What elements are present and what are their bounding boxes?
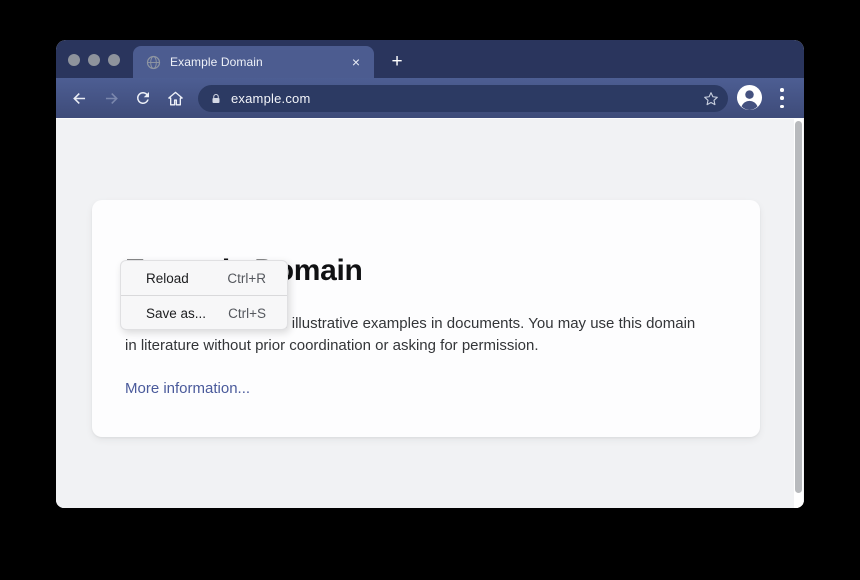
context-menu: Reload Ctrl+R Save as... Ctrl+S xyxy=(120,260,288,330)
scrollbar-thumb[interactable] xyxy=(795,121,802,493)
tab-strip: Example Domain × + xyxy=(56,40,804,78)
home-icon xyxy=(166,89,185,108)
kebab-dot xyxy=(780,96,784,100)
menu-item-label: Reload xyxy=(146,271,189,286)
window-zoom-button[interactable] xyxy=(108,54,120,66)
profile-avatar-icon[interactable] xyxy=(736,84,763,111)
context-menu-item-save-as[interactable]: Save as... Ctrl+S xyxy=(121,296,287,330)
page-viewport: Example Domain This domain is for use in… xyxy=(56,118,804,508)
tab-close-icon[interactable]: × xyxy=(348,53,364,71)
tab-title: Example Domain xyxy=(170,55,348,69)
screenshot-stage: Example Domain × + xyxy=(0,0,860,580)
kebab-dot xyxy=(780,105,784,109)
forward-button[interactable] xyxy=(100,87,122,109)
menu-item-shortcut: Ctrl+R xyxy=(227,271,266,286)
page-scrollbar[interactable] xyxy=(794,119,803,508)
globe-icon xyxy=(146,55,161,70)
new-tab-button[interactable]: + xyxy=(386,52,408,74)
menu-item-label: Save as... xyxy=(146,306,206,321)
window-close-button[interactable] xyxy=(68,54,80,66)
back-button[interactable] xyxy=(68,87,90,109)
star-outline-icon[interactable] xyxy=(702,90,720,108)
lock-icon xyxy=(210,92,222,106)
reload-button[interactable] xyxy=(132,87,154,109)
reload-icon xyxy=(134,89,152,107)
browser-toolbar: example.com xyxy=(56,78,804,118)
address-bar[interactable]: example.com xyxy=(198,85,728,112)
browser-window: Example Domain × + xyxy=(56,40,804,508)
url-text: example.com xyxy=(231,91,702,106)
arrow-left-icon xyxy=(70,89,89,108)
context-menu-item-reload[interactable]: Reload Ctrl+R xyxy=(121,261,287,295)
tab-example-domain[interactable]: Example Domain × xyxy=(133,46,374,78)
menu-item-shortcut: Ctrl+S xyxy=(228,306,266,321)
browser-menu-button[interactable] xyxy=(778,88,786,108)
kebab-dot xyxy=(780,88,784,92)
window-minimize-button[interactable] xyxy=(88,54,100,66)
home-button[interactable] xyxy=(164,87,186,109)
more-information-link[interactable]: More information... xyxy=(125,380,250,397)
arrow-right-icon xyxy=(102,89,121,108)
